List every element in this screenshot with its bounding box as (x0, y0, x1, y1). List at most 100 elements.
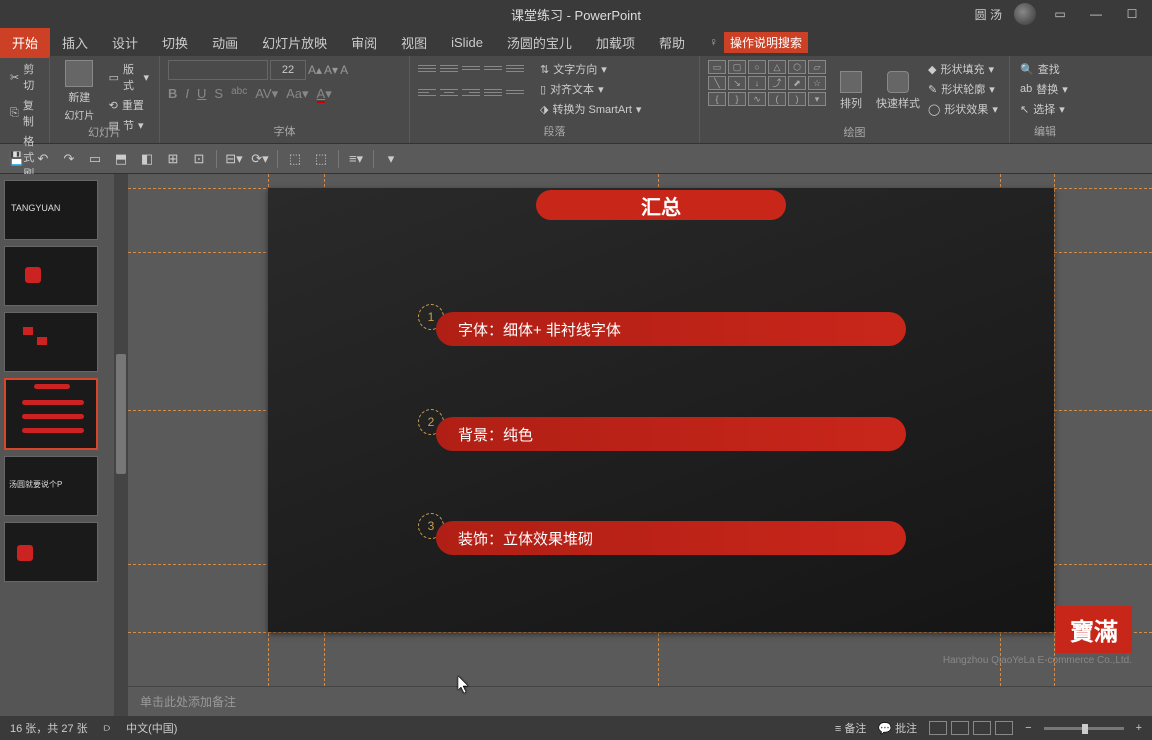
thumbnail-slide-current[interactable] (4, 378, 98, 450)
align-text-button[interactable]: ▯ 对齐文本 ▾ (538, 80, 643, 98)
qat-undo-icon[interactable]: ↶ (34, 150, 52, 168)
clear-format-icon[interactable]: A (340, 63, 348, 77)
shape-fill-button[interactable]: ◆ 形状填充 ▾ (926, 60, 1000, 78)
qat-align-icon[interactable]: ⊟▾ (225, 150, 243, 168)
thumbnail-slide[interactable] (4, 246, 98, 306)
increase-font-icon[interactable]: A▴ (308, 63, 322, 77)
reset-button[interactable]: ⟲ 重置 (107, 96, 151, 114)
qat-more-icon[interactable]: ▾ (382, 150, 400, 168)
content-pill-2[interactable]: 背景：纯色 (436, 417, 906, 451)
quick-styles-button[interactable]: 快速样式 (876, 60, 920, 122)
qat-icon-1[interactable]: ▭ (86, 150, 104, 168)
align-left-button[interactable] (418, 84, 436, 100)
strike-button[interactable]: S (214, 86, 223, 102)
notes-toggle[interactable]: ≡ 备注 (835, 720, 866, 736)
zoom-out-button[interactable]: − (1025, 722, 1031, 734)
bold-button[interactable]: B (168, 86, 177, 102)
qat-icon-3[interactable]: ◧ (138, 150, 156, 168)
tab-review[interactable]: 审阅 (339, 27, 389, 58)
align-justify-button[interactable] (484, 84, 502, 100)
tab-insert[interactable]: 插入 (50, 27, 100, 58)
shadow-button[interactable]: abc (231, 86, 247, 102)
change-case-button[interactable]: Aa▾ (286, 86, 308, 102)
tab-addins[interactable]: 加载项 (584, 27, 647, 58)
columns-button[interactable] (506, 84, 524, 100)
tab-islide[interactable]: iSlide (439, 29, 495, 56)
shapes-gallery[interactable]: ▭▢○△⬡▱ ╲↘↓⤴⬈☆ {}∿()▾ (708, 60, 826, 106)
qat-save-icon[interactable]: 💾 (8, 150, 26, 168)
font-color-button[interactable]: A▾ (317, 86, 332, 102)
arrange-button[interactable]: 排列 (832, 60, 870, 122)
slide-canvas[interactable]: 汇总 1 字体：细体+ 非衬线字体 2 背景：纯色 3 装饰：立体效果堆砌 寶滿… (128, 174, 1152, 686)
language-status[interactable]: 中文(中国) (126, 720, 177, 736)
tab-home[interactable]: 开始 (0, 27, 50, 58)
shape-effects-button[interactable]: ◯ 形状效果 ▾ (926, 100, 1000, 118)
user-name[interactable]: 圆 汤 (975, 6, 1002, 23)
numbering-button[interactable] (440, 60, 458, 76)
tell-me-search[interactable]: ♀ 操作说明搜索 (709, 32, 808, 53)
spellcheck-icon[interactable]: ⫐ (104, 722, 110, 735)
qat-distribute-icon[interactable]: ≡▾ (347, 150, 365, 168)
notes-pane[interactable]: 单击此处添加备注 (128, 686, 1152, 716)
qat-rotate-icon[interactable]: ⟳▾ (251, 150, 269, 168)
tab-custom1[interactable]: 汤圆的宝儿 (495, 27, 584, 58)
italic-button[interactable]: I (185, 86, 189, 102)
thumbnail-scrollbar[interactable] (114, 174, 128, 716)
user-avatar[interactable] (1014, 3, 1036, 25)
tab-design[interactable]: 设计 (100, 27, 150, 58)
indent-dec-button[interactable] (462, 60, 480, 76)
char-spacing-button[interactable]: AV▾ (255, 86, 278, 102)
bullets-button[interactable] (418, 60, 436, 76)
tab-animation[interactable]: 动画 (200, 27, 250, 58)
app-title: 课堂练习 - PowerPoint (511, 5, 641, 24)
qat-redo-icon[interactable]: ↷ (60, 150, 78, 168)
slide-title-shape[interactable]: 汇总 (536, 190, 786, 220)
tab-view[interactable]: 视图 (389, 27, 439, 58)
ribbon-options-icon[interactable]: ▭ (1048, 2, 1072, 26)
thumbnail-slide[interactable]: 汤圆就要说个P (4, 456, 98, 516)
decrease-font-icon[interactable]: A▾ (324, 63, 338, 77)
zoom-slider[interactable] (1044, 727, 1124, 730)
find-button[interactable]: 🔍 查找 (1018, 60, 1072, 78)
line-spacing-button[interactable] (506, 60, 524, 76)
qat-icon-2[interactable]: ⬒ (112, 150, 130, 168)
normal-view-button[interactable] (929, 721, 947, 735)
text-direction-button[interactable]: ⇅ 文字方向 ▾ (538, 60, 643, 78)
tab-slideshow[interactable]: 幻灯片放映 (250, 27, 339, 58)
smartart-button[interactable]: ⬗ 转换为 SmartArt ▾ (538, 100, 643, 118)
thumbnail-slide[interactable] (4, 522, 98, 582)
reading-view-button[interactable] (973, 721, 991, 735)
select-button[interactable]: ↖ 选择 ▾ (1018, 100, 1072, 118)
minimize-icon[interactable]: — (1084, 2, 1108, 26)
sorter-view-button[interactable] (951, 721, 969, 735)
copy-button[interactable]: ⎘ 复制 (8, 96, 41, 130)
thumbnail-slide[interactable] (4, 312, 98, 372)
shape-outline-button[interactable]: ✎ 形状轮廓 ▾ (926, 80, 1000, 98)
align-center-button[interactable] (440, 84, 458, 100)
align-right-button[interactable] (462, 84, 480, 100)
content-pill-1[interactable]: 字体：细体+ 非衬线字体 (436, 312, 906, 346)
cut-button[interactable]: ✂ 剪切 (8, 60, 41, 94)
tab-help[interactable]: 帮助 (647, 27, 697, 58)
maximize-icon[interactable]: ☐ (1120, 2, 1144, 26)
font-size-input[interactable] (270, 60, 306, 80)
indent-inc-button[interactable] (484, 60, 502, 76)
arrange-icon (840, 71, 862, 93)
current-slide[interactable]: 汇总 1 字体：细体+ 非衬线字体 2 背景：纯色 3 装饰：立体效果堆砌 (268, 188, 1054, 632)
new-slide-button[interactable]: 新建 幻灯片 (58, 60, 101, 122)
tab-transition[interactable]: 切换 (150, 27, 200, 58)
comments-toggle[interactable]: 💬 批注 (878, 720, 917, 736)
replace-button[interactable]: ab 替换 ▾ (1018, 80, 1072, 98)
slide-count[interactable]: 16 张，共 27 张 (10, 720, 88, 736)
qat-group-icon[interactable]: ⬚ (286, 150, 304, 168)
slideshow-view-button[interactable] (995, 721, 1013, 735)
thumbnail-slide[interactable]: TANGYUAN (4, 180, 98, 240)
font-family-select[interactable] (168, 60, 268, 80)
qat-ungroup-icon[interactable]: ⬚ (312, 150, 330, 168)
qat-icon-5[interactable]: ⊡ (190, 150, 208, 168)
qat-icon-4[interactable]: ⊞ (164, 150, 182, 168)
zoom-in-button[interactable]: + (1136, 722, 1142, 734)
layout-button[interactable]: ▭ 版式 ▾ (107, 60, 151, 94)
content-pill-3[interactable]: 装饰：立体效果堆砌 (436, 521, 906, 555)
underline-button[interactable]: U (197, 86, 206, 102)
